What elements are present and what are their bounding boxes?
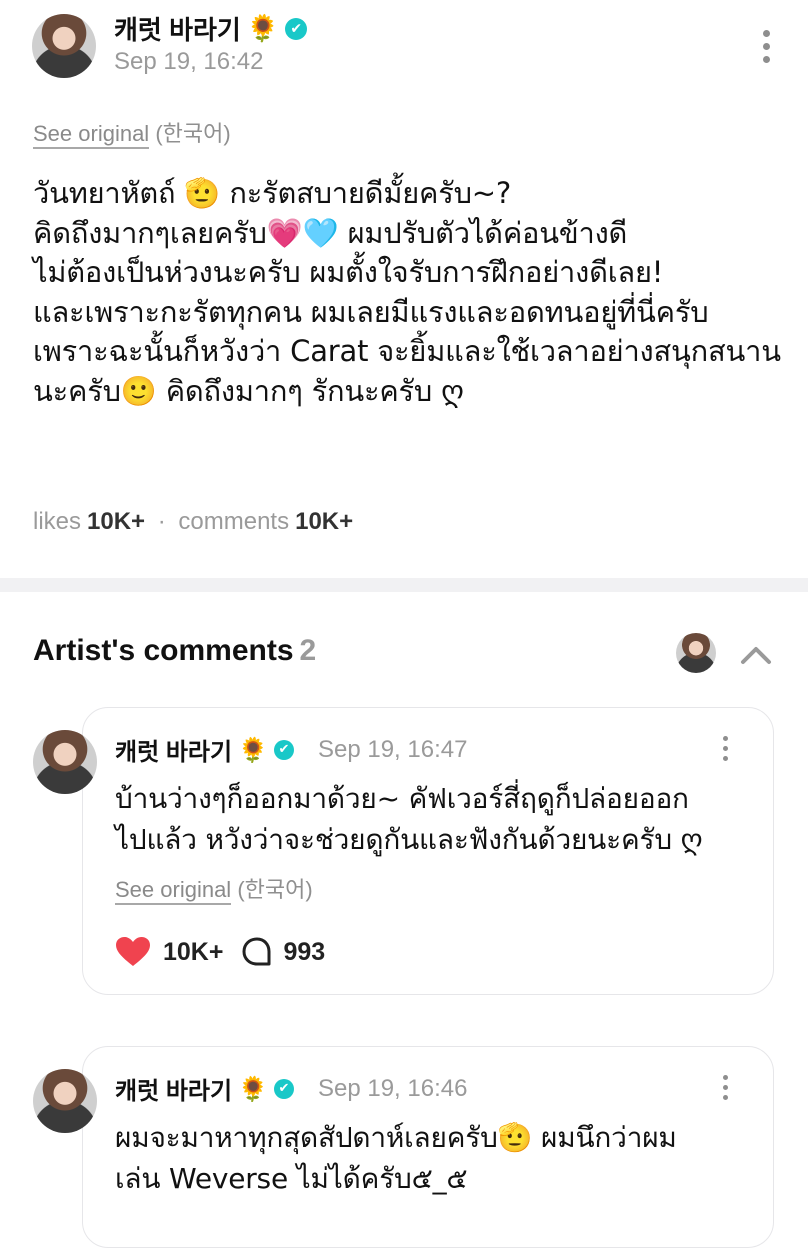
author-name[interactable]: 캐럿 바라기 [114,10,241,47]
comment-author-avatar[interactable] [33,730,97,794]
heart-icon[interactable] [115,936,151,968]
comment-reactions: 10K+ 993 [115,936,325,968]
sunflower-emoji: 🌻 [238,735,268,764]
section-divider [0,578,808,592]
comment-likes-count[interactable]: 10K+ [163,938,223,967]
post-stats: likes 10K+ · comments 10K+ [33,508,353,536]
chevron-up-icon[interactable] [738,640,774,668]
comment-author-name[interactable]: 캐럿 바라기 [115,1071,232,1106]
verified-badge-icon: ✔ [273,1078,294,1099]
comment-author-avatar[interactable] [33,1069,97,1133]
likes-count[interactable]: 10K+ [87,508,145,535]
comment-author-name[interactable]: 캐럿 바라기 [115,732,232,767]
see-original-link[interactable]: See original [33,121,150,149]
translation-row: See original (한국어) [33,116,231,149]
comment-text: ผมจะมาหาทุกสุดสัปดาห์เลยครับ🫡 ผมนึกว่าผม… [115,1117,755,1199]
post-body-line: และเพราะกะรัตทุกคน ผมเลยมีแรงและอดทนอยู่… [33,294,709,329]
original-language: (한국어) [237,877,313,902]
comment-text: บ้านว่างๆก็ออกมาด้วย~ คัฟเวอร์สี่ฤดูก็ปล… [115,778,755,860]
verified-badge-icon: ✔ [273,739,294,760]
stats-separator: · [157,508,166,535]
see-original-link[interactable]: See original [115,877,232,905]
more-options-button[interactable] [756,30,776,63]
comment-text-line: บ้านว่างๆก็ออกมาด้วย~ คัฟเวอร์สี่ฤดูก็ปล… [115,782,689,815]
comment-more-button[interactable] [715,1075,735,1100]
comment-more-button[interactable] [715,736,735,761]
comment-header: 캐럿 바라기 🌻 ✔ Sep 19, 16:47 [115,732,467,767]
original-language: (한국어) [155,121,231,146]
post-body-line: คิดถึงมากๆเลยครับ💗🩵 ผมปรับตัวได้ค่อนข้าง… [33,215,628,250]
comment-translation-row: See original (한국어) [115,872,313,905]
sunflower-emoji: 🌻 [246,13,280,44]
comment-replies-count[interactable]: 993 [283,938,325,967]
artist-comments-count: 2 [299,634,317,667]
comment-text-line: ไปแล้ว หวังว่าจะช่วยดูกันและฟังกันด้วยนะ… [115,823,703,856]
post-body-line: นะครับ🙂 คิดถึงมากๆ รักนะครับ ღ [33,373,464,408]
comment-text-line: ผมจะมาหาทุกสุดสัปดาห์เลยครับ🫡 ผมนึกว่าผม [115,1121,677,1154]
artist-comment-card[interactable]: 캐럿 바라기 🌻 ✔ Sep 19, 16:47 บ้านว่างๆก็ออกม… [33,707,774,995]
comment-timestamp: Sep 19, 16:46 [317,1074,468,1102]
verified-badge-icon: ✔ [285,17,308,40]
author-avatar[interactable] [32,14,96,78]
comment-timestamp: Sep 19, 16:47 [317,735,468,763]
comment-text-line: เล่น Weverse ไม่ได้ครับ๕_๕ [115,1162,468,1195]
post-body-line: วันทยาหัตถ์ 🫡 กะรัตสบายดีมั้ยครับ~? [33,176,512,210]
sunflower-emoji: 🌻 [238,1074,268,1103]
artist-avatar[interactable] [676,633,716,673]
post: 캐럿 바라기 🌻 ✔ Sep 19, 16:42 See original (한… [0,0,808,578]
post-timestamp: Sep 19, 16:42 [114,48,264,75]
more-vertical-icon [722,736,728,741]
artist-comments-label: Artist's comments [33,634,294,667]
comment-header: 캐럿 바라기 🌻 ✔ Sep 19, 16:46 [115,1071,467,1106]
artist-comments-title: Artist's comments 2 [33,634,316,668]
post-body-line: เพราะฉะนั้นก็หวังว่า Carat จะยิ้มและใช้เ… [33,334,781,368]
artist-comment-card[interactable]: 캐럿 바라기 🌻 ✔ Sep 19, 16:46 ผมจะมาหาทุกสุดส… [33,1046,774,1248]
author-row: 캐럿 바라기 🌻 ✔ [114,10,308,47]
post-body: วันทยาหัตถ์ 🫡 กะรัตสบายดีมั้ยครับ~? คิดถ… [33,174,793,411]
more-vertical-icon [762,30,770,37]
likes-label: likes [33,508,82,535]
comments-count[interactable]: 10K+ [295,508,353,535]
comment-bubble-icon[interactable] [241,936,273,968]
more-vertical-icon [722,1075,728,1080]
comments-label: comments [178,508,290,535]
post-body-line: ไม่ต้องเป็นห่วงนะครับ ผมตั้งใจรับการฝึกอ… [33,255,664,289]
